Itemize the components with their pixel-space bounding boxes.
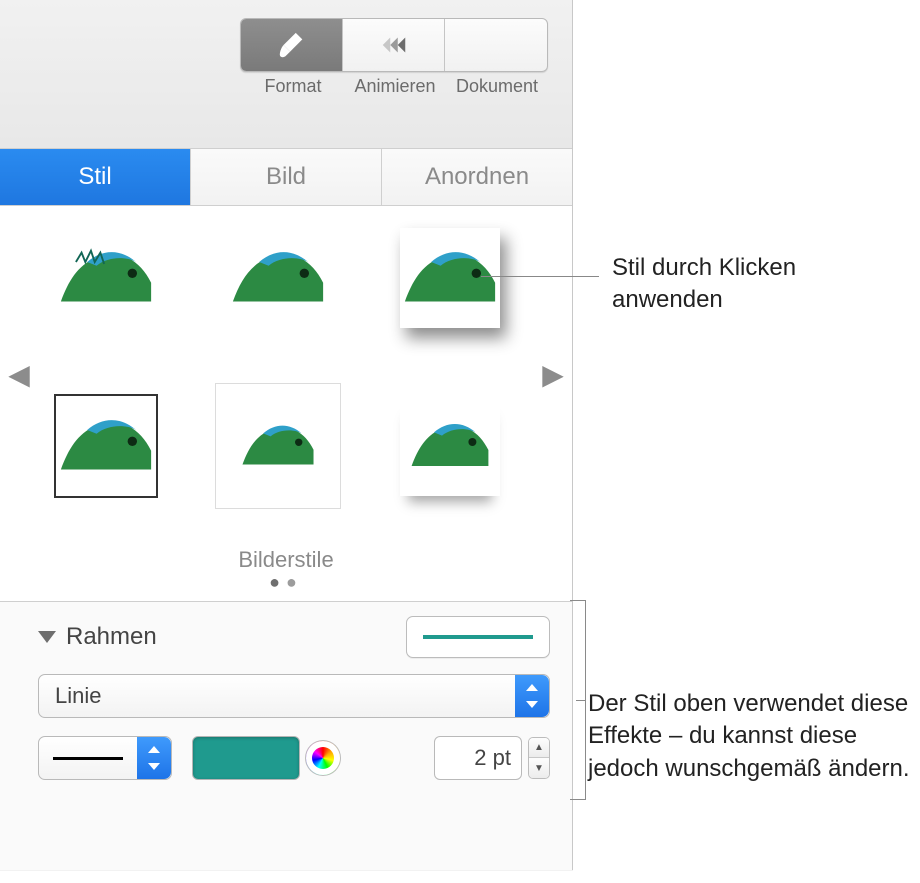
document-label: Dokument: [446, 76, 548, 97]
callout-effects: Der Stil oben verwendet diese Effekte – …: [588, 688, 920, 785]
tab-style[interactable]: Stil: [0, 149, 191, 205]
document-icon: [481, 30, 511, 60]
thumbnail-image: [59, 411, 153, 481]
format-label: Format: [242, 76, 344, 97]
document-button[interactable]: [445, 19, 547, 71]
tab-image-label: Bild: [266, 163, 306, 191]
stepper-up[interactable]: ▲: [529, 738, 549, 758]
tab-arrange-label: Anordnen: [425, 163, 529, 191]
style-page-dots[interactable]: ●●: [0, 572, 572, 593]
image-style-thumb[interactable]: [400, 396, 500, 496]
line-style-dropdown[interactable]: [38, 736, 172, 780]
image-style-thumb[interactable]: [228, 396, 328, 496]
callout-leader-line: [481, 276, 599, 277]
tab-arrange[interactable]: Anordnen: [382, 149, 572, 205]
image-style-thumb[interactable]: [56, 228, 156, 328]
image-styles-area: ◀ ▶: [0, 206, 572, 601]
thumbnail-image: [59, 243, 153, 313]
thumbnail-image: [403, 243, 497, 313]
toolbar: Format Animieren Dokument: [0, 0, 572, 148]
image-style-thumb[interactable]: [56, 396, 156, 496]
image-style-thumb[interactable]: [400, 228, 500, 328]
border-width-stepper[interactable]: ▲ ▼: [528, 737, 550, 779]
border-width-value: 2 pt: [474, 745, 511, 771]
border-preview-line: [423, 635, 533, 639]
border-section-title: Rahmen: [66, 623, 157, 651]
image-styles-caption: Bilderstile: [0, 547, 572, 573]
image-style-grid: [56, 228, 522, 518]
chevron-down-icon: [38, 631, 56, 643]
dropdown-arrows-icon: [515, 675, 549, 717]
border-section: Rahmen Linie: [0, 602, 572, 870]
line-style-sample: [53, 757, 123, 760]
border-preview-swatch[interactable]: [406, 616, 550, 658]
stepper-down[interactable]: ▼: [529, 758, 549, 778]
border-type-value: Linie: [55, 683, 101, 709]
animate-icon: [379, 30, 409, 60]
border-disclosure-toggle[interactable]: Rahmen: [38, 623, 157, 651]
border-type-dropdown[interactable]: Linie: [38, 674, 550, 718]
dropdown-arrows-icon: [137, 737, 171, 779]
color-picker-button[interactable]: [306, 741, 340, 775]
styles-prev-arrow[interactable]: ◀: [4, 354, 34, 394]
border-color-well[interactable]: [192, 736, 300, 780]
toolbar-labels: Format Animieren Dokument: [242, 76, 548, 97]
thumbnail-image: [410, 416, 490, 476]
callout-apply-style: Stil durch Klicken anwenden: [612, 252, 892, 317]
tab-style-label: Stil: [78, 163, 111, 191]
inspector-mode-segment: [240, 18, 548, 72]
thumbnail-image: [231, 243, 325, 313]
animate-button[interactable]: [343, 19, 445, 71]
image-style-thumb[interactable]: [228, 228, 328, 328]
callout-bracket: [570, 600, 586, 800]
inspector-tabs: Stil Bild Anordnen: [0, 148, 572, 206]
styles-next-arrow[interactable]: ▶: [538, 354, 568, 394]
brush-icon: [277, 30, 307, 60]
format-button[interactable]: [241, 19, 343, 71]
animate-label: Animieren: [344, 76, 446, 97]
border-width-field[interactable]: 2 pt: [434, 736, 522, 780]
thumbnail-image: [241, 418, 315, 474]
tab-image[interactable]: Bild: [191, 149, 382, 205]
inspector-panel: Format Animieren Dokument Stil Bild Anor…: [0, 0, 573, 870]
